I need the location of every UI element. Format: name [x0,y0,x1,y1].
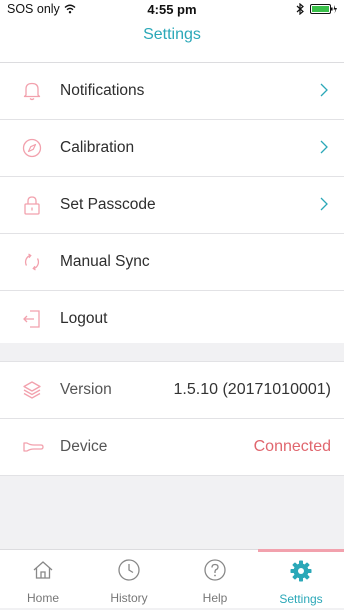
status-icons [296,3,338,15]
device-status: Connected [253,438,331,455]
version-value: 1.5.10 (20171010001) [173,381,331,398]
device-band-icon [23,442,44,452]
settings-menu: Notifications Calibration Set Passcode M… [0,63,344,347]
menu-item-set-passcode[interactable]: Set Passcode [0,177,344,234]
layers-icon [23,381,41,399]
logout-icon [23,310,40,328]
status-bar: SOS only 4:55 pm [0,0,344,20]
tab-label: History [110,591,148,605]
tab-label: Settings [279,592,323,606]
section-spacer [0,343,344,361]
menu-item-notifications[interactable]: Notifications [0,63,344,120]
battery-icon [310,4,337,14]
help-icon [204,559,226,581]
chevron-right-icon [320,83,328,97]
chevron-right-icon [320,197,328,211]
tab-history[interactable]: History [86,550,172,608]
tab-bar: Home History Help Settings [0,549,344,608]
chevron-right-icon [320,140,328,154]
bell-icon [23,82,41,101]
tab-label: Help [202,591,228,605]
menu-item-logout[interactable]: Logout [0,291,344,347]
sync-icon [24,253,40,271]
menu-item-label: Manual Sync [60,253,150,270]
tab-settings[interactable]: Settings [258,549,344,610]
clock-icon [118,559,140,581]
lock-icon [24,196,40,215]
menu-item-calibration[interactable]: Calibration [0,120,344,177]
compass-icon [22,138,42,158]
menu-item-label: Set Passcode [60,196,156,213]
bluetooth-icon [296,3,304,15]
menu-item-manual-sync[interactable]: Manual Sync [0,234,344,291]
tab-label: Home [26,591,59,605]
home-icon [33,561,53,579]
device-label: Device [60,438,108,455]
menu-item-label: Calibration [60,139,135,156]
page-title: Settings [143,26,201,43]
clock-time: 4:55 pm [147,2,197,17]
tab-home[interactable]: Home [0,550,86,608]
device-info-section: Version 1.5.10 (20171010001) Device Conn… [0,361,344,476]
menu-item-label: Notifications [60,82,145,99]
tab-help[interactable]: Help [172,550,258,608]
menu-item-label: Logout [60,310,108,327]
version-label: Version [60,381,112,398]
nav-header: Settings [0,20,344,63]
device-row: Device Connected [0,419,344,475]
gear-icon [290,560,312,582]
version-row: Version 1.5.10 (20171010001) [0,362,344,419]
